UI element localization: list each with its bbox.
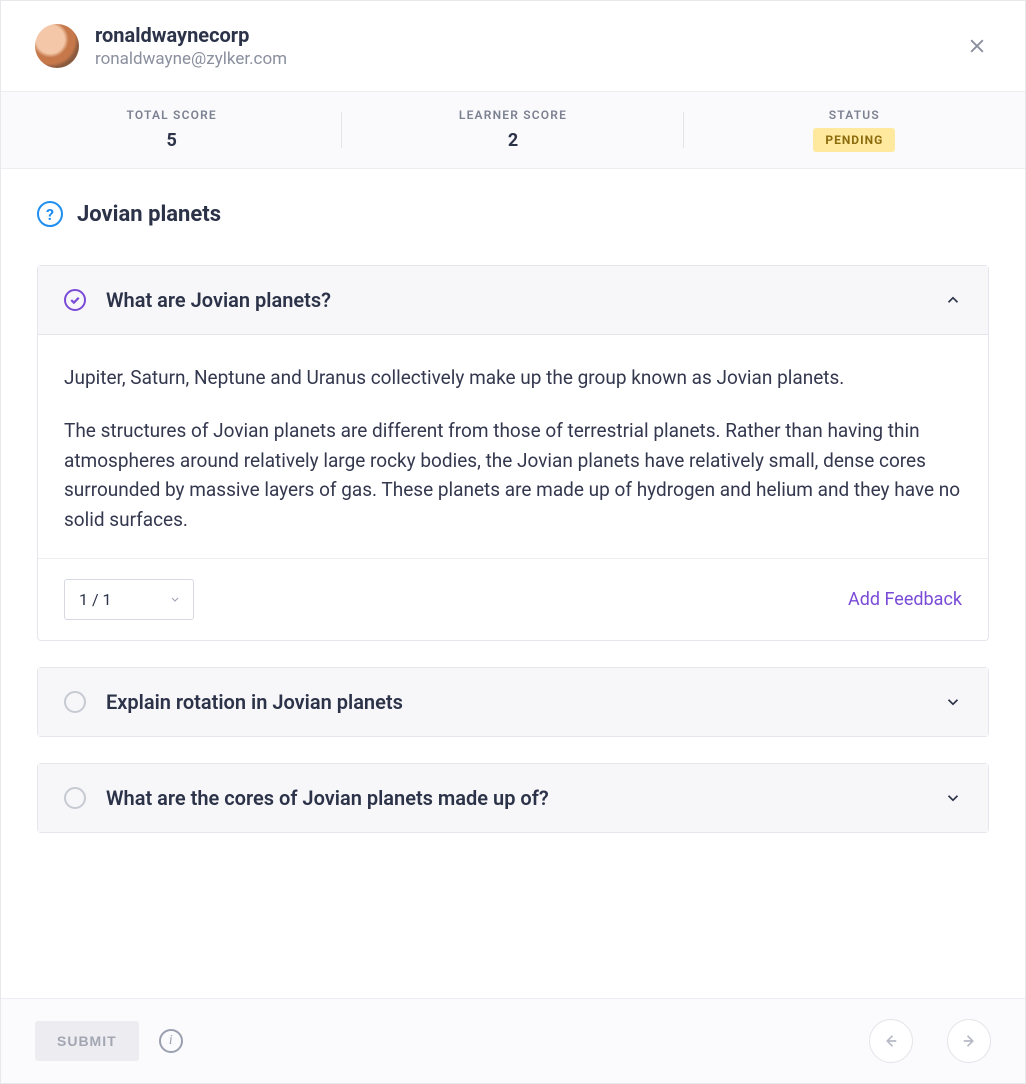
question-header[interactable]: What are the cores of Jovian planets mad… <box>38 764 988 832</box>
question-header[interactable]: What are Jovian planets? <box>38 266 988 335</box>
question-title: Explain rotation in Jovian planets <box>106 690 944 714</box>
user-email: ronaldwayne@zylker.com <box>95 49 963 69</box>
submit-button[interactable]: SUBMIT <box>35 1021 139 1061</box>
stat-label: TOTAL SCORE <box>1 108 342 122</box>
stat-value: 5 <box>1 130 342 151</box>
question-card: What are Jovian planets? Jupiter, Saturn… <box>37 265 989 641</box>
question-card: What are the cores of Jovian planets mad… <box>37 763 989 833</box>
stats-bar: TOTAL SCORE 5 LEARNER SCORE 2 STATUS PEN… <box>1 92 1025 169</box>
header: ronaldwaynecorp ronaldwayne@zylker.com <box>1 1 1025 92</box>
score-select[interactable]: 1 / 1 <box>64 579 194 620</box>
stat-status: STATUS PENDING <box>684 108 1025 152</box>
check-circle-icon <box>64 289 86 311</box>
chevron-down-icon <box>169 590 181 609</box>
avatar <box>35 24 79 68</box>
username: ronaldwaynecorp <box>95 23 963 47</box>
stat-total-score: TOTAL SCORE 5 <box>1 108 342 152</box>
chevron-down-icon <box>944 789 962 807</box>
stat-label: LEARNER SCORE <box>342 108 683 122</box>
close-button[interactable] <box>963 32 991 60</box>
stat-label: STATUS <box>684 108 1025 122</box>
question-card: Explain rotation in Jovian planets <box>37 667 989 737</box>
question-mark-icon: ? <box>37 201 63 227</box>
content-area: ? Jovian planets What are Jovian planets… <box>1 169 1025 998</box>
answer-paragraph: The structures of Jovian planets are dif… <box>64 416 962 534</box>
empty-circle-icon <box>64 787 86 809</box>
empty-circle-icon <box>64 691 86 713</box>
arrow-left-icon <box>882 1032 900 1050</box>
arrow-right-icon <box>960 1032 978 1050</box>
answer-paragraph: Jupiter, Saturn, Neptune and Uranus coll… <box>64 363 962 392</box>
question-header[interactable]: Explain rotation in Jovian planets <box>38 668 988 736</box>
score-value: 1 / 1 <box>79 590 112 609</box>
question-footer: 1 / 1 Add Feedback <box>38 559 988 640</box>
info-icon[interactable]: i <box>159 1029 183 1053</box>
stat-value: 2 <box>342 130 683 151</box>
answer-body: Jupiter, Saturn, Neptune and Uranus coll… <box>38 335 988 559</box>
footer: SUBMIT i <box>1 998 1025 1083</box>
user-info: ronaldwaynecorp ronaldwayne@zylker.com <box>95 23 963 69</box>
stat-learner-score: LEARNER SCORE 2 <box>342 108 683 152</box>
chevron-down-icon <box>944 693 962 711</box>
quiz-title-row: ? Jovian planets <box>37 201 989 227</box>
question-title: What are Jovian planets? <box>106 288 944 312</box>
prev-button[interactable] <box>869 1019 913 1063</box>
close-icon <box>967 36 987 56</box>
status-badge: PENDING <box>813 128 895 152</box>
next-button[interactable] <box>947 1019 991 1063</box>
question-title: What are the cores of Jovian planets mad… <box>106 786 944 810</box>
quiz-title: Jovian planets <box>77 202 221 227</box>
chevron-up-icon <box>944 291 962 309</box>
add-feedback-link[interactable]: Add Feedback <box>848 589 962 610</box>
